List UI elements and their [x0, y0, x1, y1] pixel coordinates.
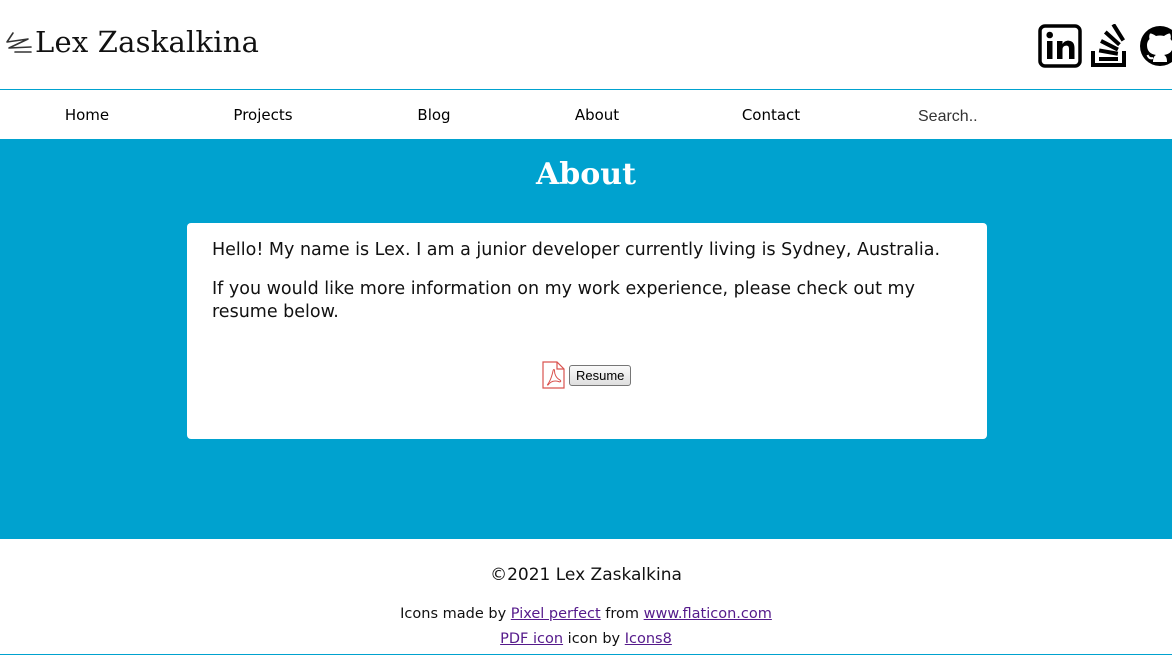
copyright-text: ©2021 Lex Zaskalkina — [490, 565, 682, 585]
main-content: About Hello! My name is Lex. I am a juni… — [0, 139, 1172, 539]
flaticon-link[interactable]: www.flaticon.com — [644, 606, 772, 622]
about-card: Hello! My name is Lex. I am a junior dev… — [187, 223, 987, 439]
nav-item-projects[interactable]: Projects — [233, 106, 292, 124]
footer-divider — [0, 654, 1172, 655]
nav-item-about[interactable]: About — [575, 106, 619, 124]
site-header: Lex Zaskalkina — [0, 0, 1172, 89]
search-input[interactable] — [910, 104, 1166, 130]
logo-scribble-icon — [6, 32, 32, 53]
intro-paragraph: Hello! My name is Lex. I am a junior dev… — [212, 240, 941, 260]
credits-prefix: Icons made by — [400, 606, 511, 622]
resume-button[interactable]: Resume — [569, 364, 632, 386]
nav-item-home[interactable]: Home — [65, 106, 109, 124]
pixel-perfect-link[interactable]: Pixel perfect — [511, 606, 601, 622]
resume-paragraph: If you would like more information on my… — [212, 279, 915, 322]
main-nav: Home Projects Blog About Contact — [0, 90, 1172, 139]
pdf-icon[interactable] — [542, 361, 565, 389]
icon-credits: Icons made by Pixel perfect from www.fla… — [0, 602, 1172, 652]
resume-download: Resume — [542, 361, 632, 389]
nav-item-contact[interactable]: Contact — [742, 106, 800, 124]
credits-from-text: from — [600, 606, 644, 622]
credits-line-1: Icons made by Pixel perfect from www.fla… — [0, 602, 1172, 627]
stackoverflow-icon[interactable] — [1088, 24, 1132, 68]
site-logo[interactable]: Lex Zaskalkina — [4, 22, 259, 62]
github-icon[interactable] — [1138, 24, 1172, 68]
pdf-icon-link[interactable]: PDF icon — [500, 631, 563, 647]
icons8-link[interactable]: Icons8 — [625, 631, 672, 647]
linkedin-icon[interactable] — [1038, 24, 1082, 68]
nav-item-blog[interactable]: Blog — [417, 106, 450, 124]
credits-icon-by-text: icon by — [563, 631, 625, 647]
page-title: About — [536, 157, 636, 192]
site-footer: ©2021 Lex Zaskalkina Icons made by Pixel… — [0, 539, 1172, 656]
credits-line-2: PDF icon icon by Icons8 — [0, 627, 1172, 652]
social-links — [1038, 24, 1172, 68]
site-title: Lex Zaskalkina — [35, 25, 260, 59]
